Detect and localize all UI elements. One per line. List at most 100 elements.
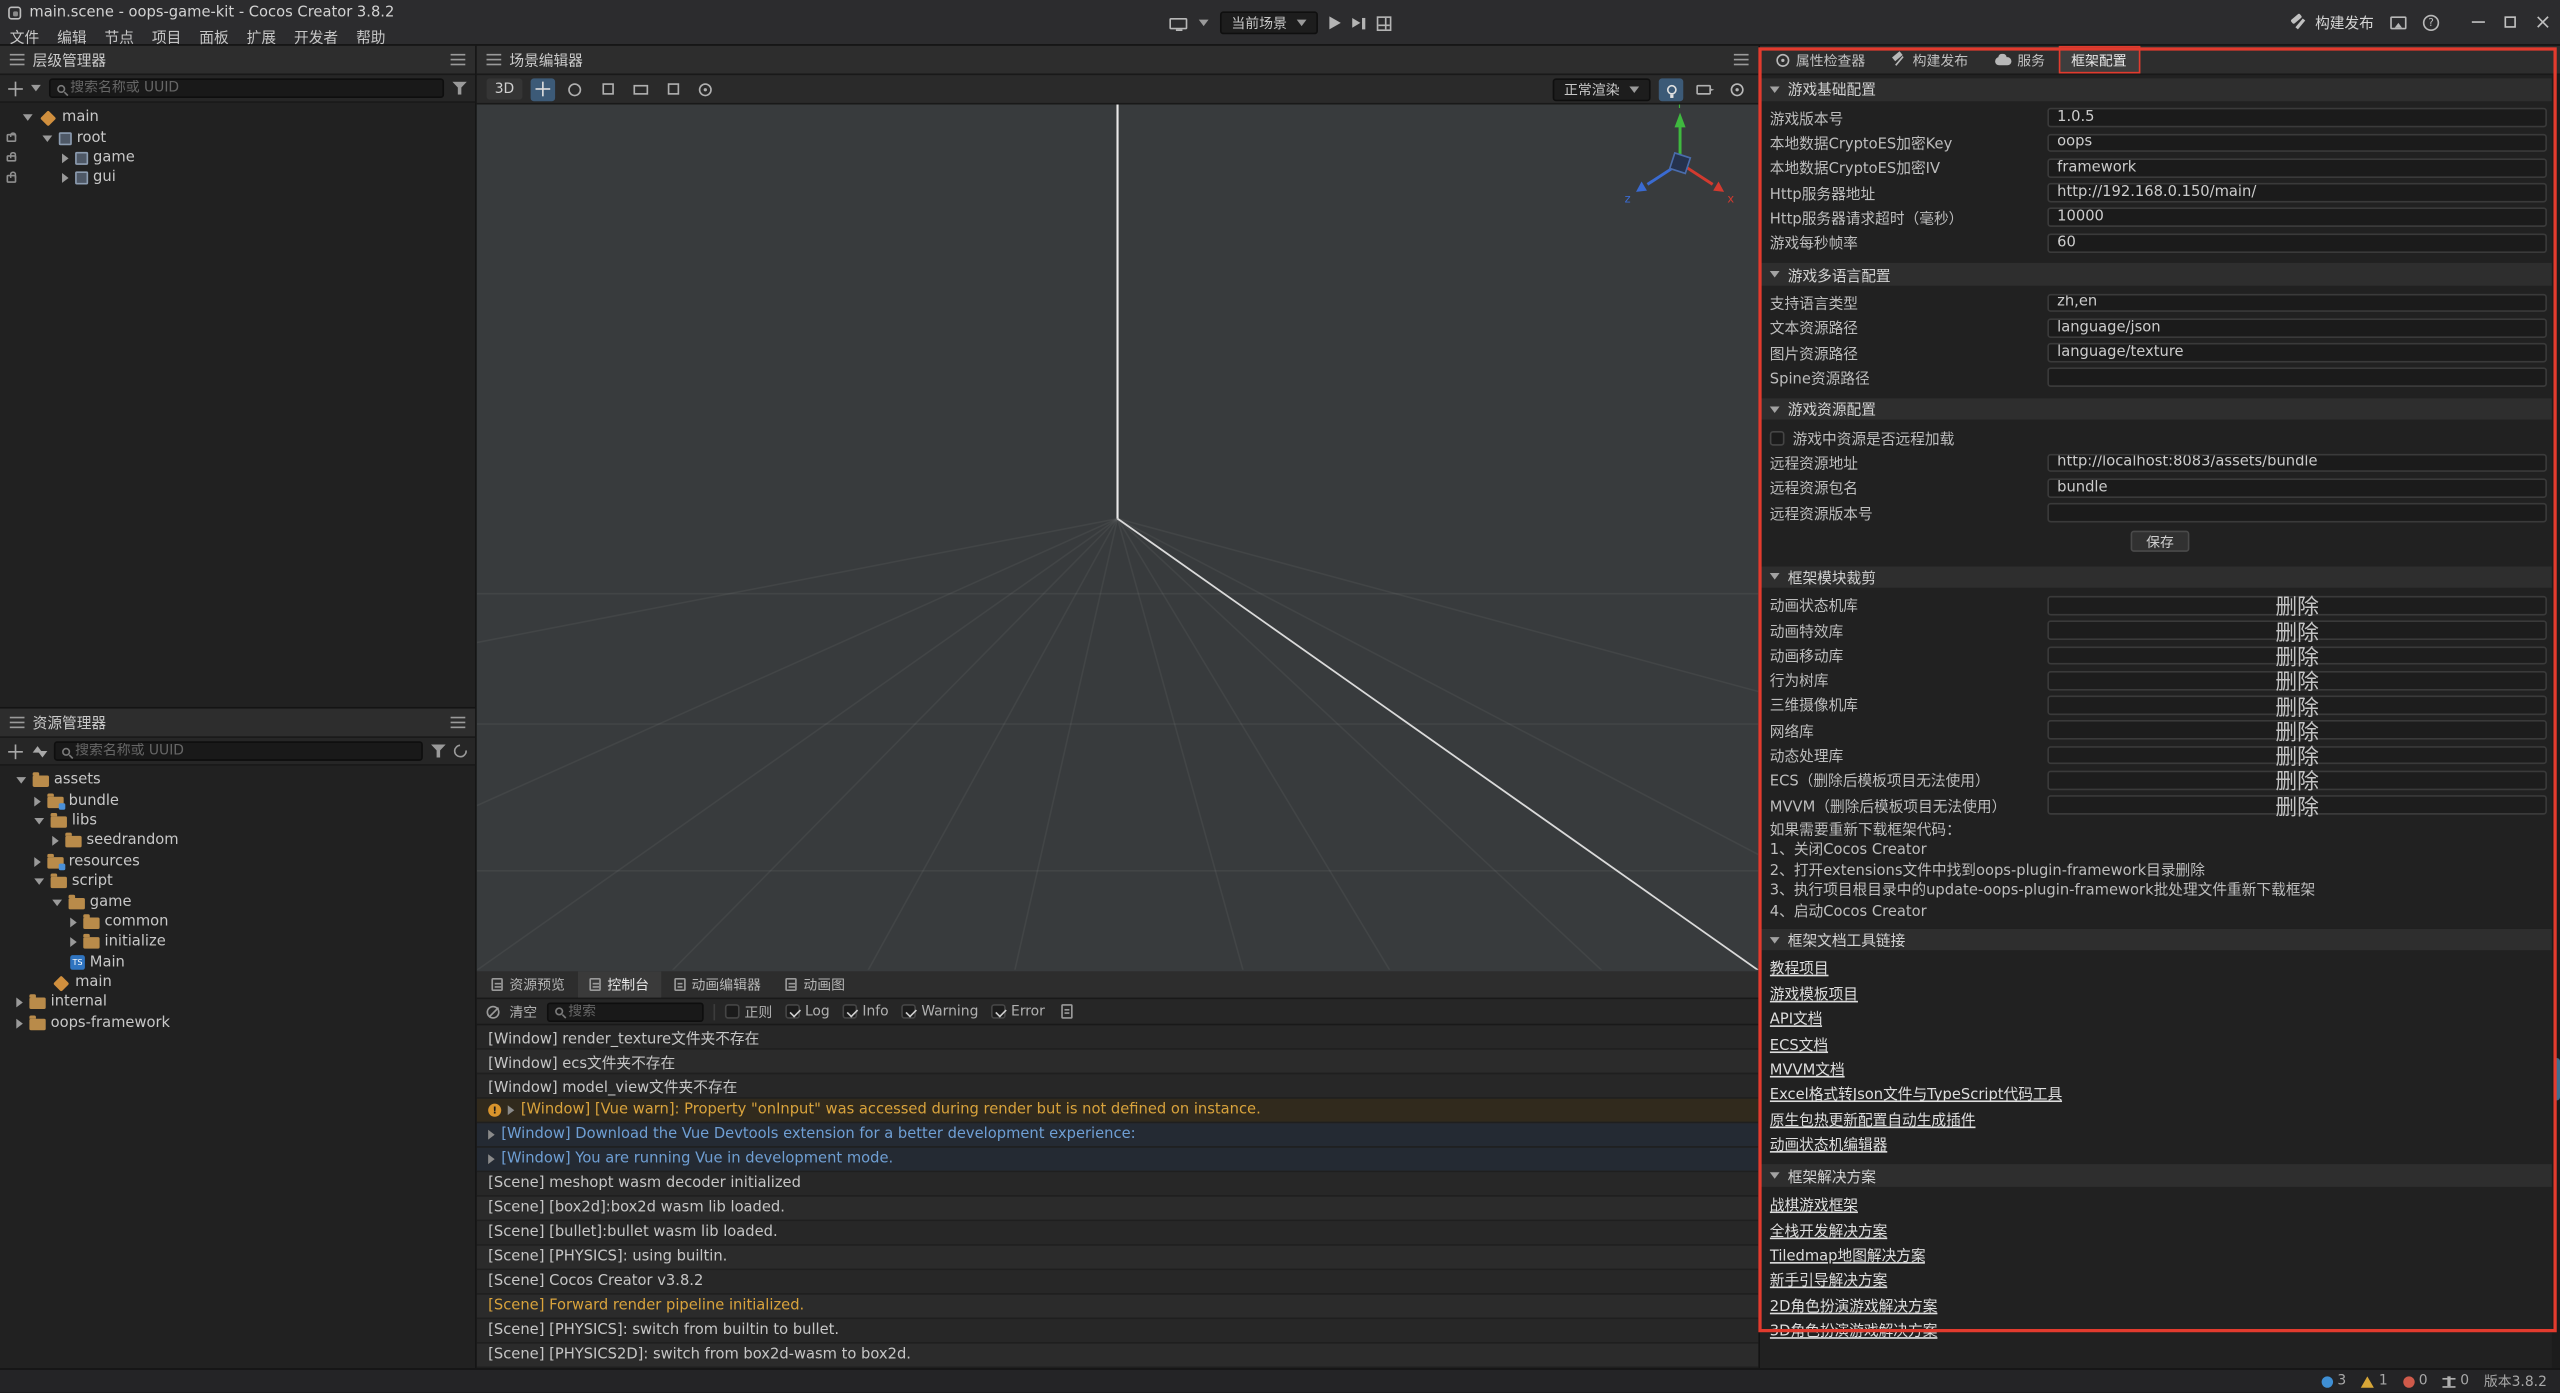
section-header-modules[interactable]: 框架模块裁剪 [1760, 566, 2560, 588]
chevron-down-icon[interactable] [31, 85, 41, 92]
doc-link[interactable]: API文档 [1770, 1008, 1823, 1029]
log-entry[interactable]: ! [Window] render_texture文件夹不存在 [477, 1025, 1759, 1049]
menu-item[interactable]: 扩展 [247, 26, 276, 47]
solution-link[interactable]: 战棋游戏框架 [1770, 1194, 1858, 1215]
inspector-tab[interactable]: 服务 [1981, 46, 2058, 74]
hierarchy-search[interactable] [49, 78, 444, 98]
scene-select[interactable]: 当前场景 [1220, 11, 1318, 34]
log-entry[interactable]: ! [Scene] [bullet]:bullet wasm lib loade… [477, 1221, 1759, 1245]
console-search-input[interactable] [568, 1003, 695, 1019]
log-entry[interactable]: ! [Scene] Cocos Creator v3.8.2 [477, 1270, 1759, 1294]
console-tab[interactable]: 资源预览 [480, 971, 576, 997]
field-input[interactable]: 1.0.5 [2047, 108, 2547, 127]
expand-arrow-icon[interactable] [488, 1154, 495, 1164]
asset-node-row[interactable]: game [0, 892, 475, 912]
log-entry[interactable]: ! [Window] You are running Vue in develo… [477, 1148, 1759, 1172]
expand-arrow-icon[interactable] [52, 899, 62, 906]
asset-node-row[interactable]: internal [0, 993, 475, 1013]
section-header-language[interactable]: 游戏多语言配置 [1760, 263, 2560, 285]
expand-arrow-icon[interactable] [70, 917, 77, 927]
log-entry[interactable]: ! [Scene] [box2d]:box2d wasm lib loaded. [477, 1197, 1759, 1221]
doc-link[interactable]: MVVM文档 [1770, 1058, 1845, 1079]
log-file-icon[interactable] [1061, 1004, 1072, 1018]
log-entry[interactable]: ! [Scene] Forward render pipeline initia… [477, 1295, 1759, 1319]
orientation-gizmo[interactable]: x z Y [1625, 104, 1735, 205]
lock-icon[interactable] [7, 175, 17, 182]
doc-link[interactable]: Excel格式转Json文件与TypeScript代码工具 [1770, 1083, 2063, 1104]
log-entry[interactable]: ! [Scene] [PHYSICS]: using builtin. [477, 1246, 1759, 1270]
expand-arrow-icon[interactable] [508, 1105, 515, 1115]
filter-icon[interactable] [452, 82, 467, 95]
console-filter-toggle[interactable]: Warning [902, 1003, 979, 1019]
console-tab[interactable]: 控制台 [578, 971, 660, 997]
asset-node-row[interactable]: main [0, 973, 475, 993]
help-icon[interactable]: ? [2423, 14, 2439, 30]
scale-tool-button[interactable] [596, 78, 620, 101]
menu-item[interactable]: 开发者 [294, 26, 338, 47]
hierarchy-node-row[interactable]: gui [0, 168, 475, 188]
checkbox-icon[interactable] [785, 1004, 800, 1019]
step-frame-button[interactable] [1352, 17, 1364, 28]
checkbox-icon[interactable] [991, 1004, 1006, 1019]
doc-link[interactable]: 游戏模板项目 [1770, 983, 1858, 1004]
delete-module-button[interactable]: 删除 [2047, 621, 2547, 640]
console-filter-toggle[interactable]: Info [843, 1003, 889, 1019]
console-filter-toggle[interactable]: Error [991, 1003, 1044, 1019]
asset-node-row[interactable]: Main [0, 953, 475, 973]
log-entry[interactable]: ! [Scene] [PHYSICS]: switch from builtin… [477, 1319, 1759, 1343]
panel-options-icon[interactable] [451, 54, 466, 65]
lock-icon[interactable] [7, 155, 17, 162]
doc-link[interactable]: ECS文档 [1770, 1033, 1828, 1054]
log-entry[interactable]: ! [Window] [Vue warn]: Property "onInput… [477, 1099, 1759, 1123]
layout-icon[interactable] [1376, 16, 1391, 31]
minimize-button[interactable] [2472, 21, 2485, 23]
menu-item[interactable]: 文件 [10, 26, 39, 47]
rect-tool-button[interactable] [628, 78, 652, 101]
asset-node-row[interactable]: initialize [0, 932, 475, 952]
hierarchy-search-input[interactable] [70, 80, 436, 96]
filter-icon[interactable] [431, 744, 446, 757]
weight-count[interactable]: 0 [2442, 1373, 2469, 1389]
expand-arrow-icon[interactable] [70, 938, 77, 948]
add-asset-icon[interactable] [8, 744, 23, 759]
delete-module-button[interactable]: 删除 [2047, 596, 2547, 615]
field-input[interactable]: framework [2047, 158, 2547, 177]
asset-node-row[interactable]: resources [0, 852, 475, 872]
section-header-basic[interactable]: 游戏基础配置 [1760, 78, 2560, 100]
error-count[interactable]: 0 [2402, 1373, 2427, 1389]
menu-item[interactable]: 项目 [152, 26, 181, 47]
expand-arrow-icon[interactable] [16, 777, 26, 784]
field-input[interactable]: oops [2047, 133, 2547, 152]
expand-arrow-icon[interactable] [488, 1130, 495, 1140]
close-button[interactable] [2536, 15, 2551, 30]
chevron-down-icon[interactable] [1199, 20, 1209, 27]
info-count[interactable]: 3 [2321, 1373, 2346, 1389]
log-entry[interactable]: ! [Window] model_view文件夹不存在 [477, 1074, 1759, 1098]
inspector-tab[interactable]: 框架配置 [2058, 46, 2140, 74]
asset-node-row[interactable]: seedrandom [0, 831, 475, 851]
solution-link[interactable]: 新手引导解决方案 [1770, 1269, 1888, 1290]
field-input[interactable] [2047, 368, 2547, 387]
asset-node-row[interactable]: script [0, 872, 475, 892]
solution-link[interactable]: 全栈开发解决方案 [1770, 1219, 1888, 1240]
assets-search[interactable] [54, 741, 423, 761]
refresh-icon[interactable] [451, 742, 469, 760]
scrollbar[interactable] [2552, 75, 2560, 1368]
preview-device-icon[interactable] [1169, 17, 1187, 28]
menu-item[interactable]: 面板 [199, 26, 228, 47]
section-header-docs[interactable]: 框架文档工具链接 [1760, 929, 2560, 951]
doc-link[interactable]: 教程项目 [1770, 958, 1829, 979]
warning-count[interactable]: 1 [2361, 1373, 2388, 1389]
delete-module-button[interactable]: 删除 [2047, 796, 2547, 815]
console-tab[interactable]: 动画图 [774, 971, 856, 997]
console-tab[interactable]: 动画编辑器 [662, 971, 772, 997]
rotate-tool-button[interactable] [563, 78, 587, 101]
delete-module-button[interactable]: 删除 [2047, 746, 2547, 765]
dimension-toggle-button[interactable]: 3D [487, 78, 523, 99]
expand-arrow-icon[interactable] [62, 153, 69, 163]
delete-module-button[interactable]: 删除 [2047, 671, 2547, 690]
field-input[interactable]: language/texture [2047, 343, 2547, 362]
menu-item[interactable]: 编辑 [57, 26, 86, 47]
console-filter-toggle[interactable]: 正则 [725, 1002, 772, 1022]
move-tool-button[interactable] [531, 78, 555, 101]
